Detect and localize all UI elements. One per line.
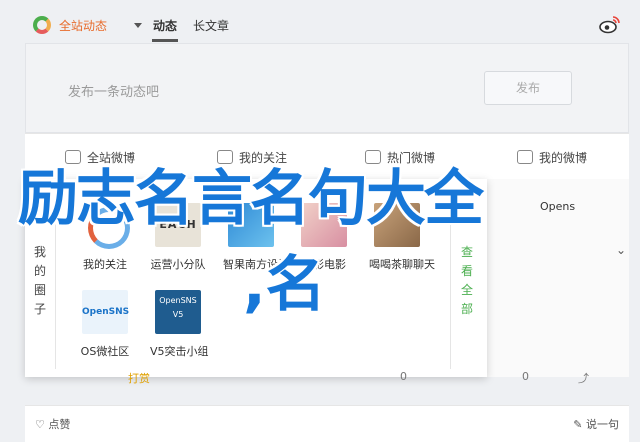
tip-button[interactable]: 打赏 (128, 370, 150, 386)
group-name: 喝喝茶聊聊天 (369, 258, 435, 271)
group-name: 我的关注 (83, 258, 127, 271)
post-composer: 发布一条动态吧 发布 (25, 43, 629, 133)
top-nav: 全站动态 动态 长文章 (25, 8, 629, 42)
bottom-action-bar: ♡ 点赞 ✎ 说一句 (25, 405, 629, 442)
view-count: 0 (400, 370, 407, 383)
comment-count[interactable]: 0 (522, 370, 529, 383)
comment-label: 说一句 (586, 418, 619, 431)
filter-mine[interactable]: 我的微博 (517, 149, 587, 166)
view-all-link[interactable]: 查看全部 (461, 243, 475, 319)
tab-feed[interactable]: 动态 (153, 17, 177, 34)
site-logo-icon (33, 16, 51, 34)
tab-long-article[interactable]: 长文章 (193, 17, 229, 34)
headline-overlay-line2: ,名 (243, 250, 326, 320)
group-name: V5突击小组 (150, 345, 209, 358)
active-tab-indicator (152, 39, 178, 42)
chat-bubble-icon (517, 150, 533, 164)
group-tile[interactable]: OpenSNS OS微社区 (77, 290, 133, 359)
group-name: OS微社区 (80, 345, 130, 358)
my-groups-title: 我的圈子 (34, 245, 47, 316)
feed-scope-dropdown[interactable]: 全站动态 (59, 17, 107, 34)
comment-button[interactable]: ✎ 说一句 (573, 416, 619, 432)
post-action-row: 打赏 0 0 ⤴ (25, 362, 629, 392)
background-feed-text: Opens (540, 200, 576, 213)
chevron-down-icon[interactable]: ⌄ (616, 243, 626, 257)
filter-label: 我的微博 (539, 151, 588, 165)
share-button[interactable]: ⤴ (578, 370, 589, 386)
headline-overlay: 励志名言名句大全 (18, 164, 484, 234)
group-name: 运营小分队 (150, 258, 206, 271)
like-label: 点赞 (48, 418, 71, 431)
group-logo: OpenSNS V5 (155, 290, 201, 334)
weibo-icon[interactable] (599, 14, 621, 34)
compose-input[interactable]: 发布一条动态吧 (68, 81, 159, 100)
group-tile[interactable]: OpenSNS V5 V5突击小组 (150, 290, 209, 359)
like-button[interactable]: ♡ 点赞 (35, 416, 70, 432)
group-logo: OpenSNS (82, 290, 129, 334)
chevron-down-icon[interactable] (134, 23, 142, 28)
publish-button[interactable]: 发布 (484, 71, 572, 105)
